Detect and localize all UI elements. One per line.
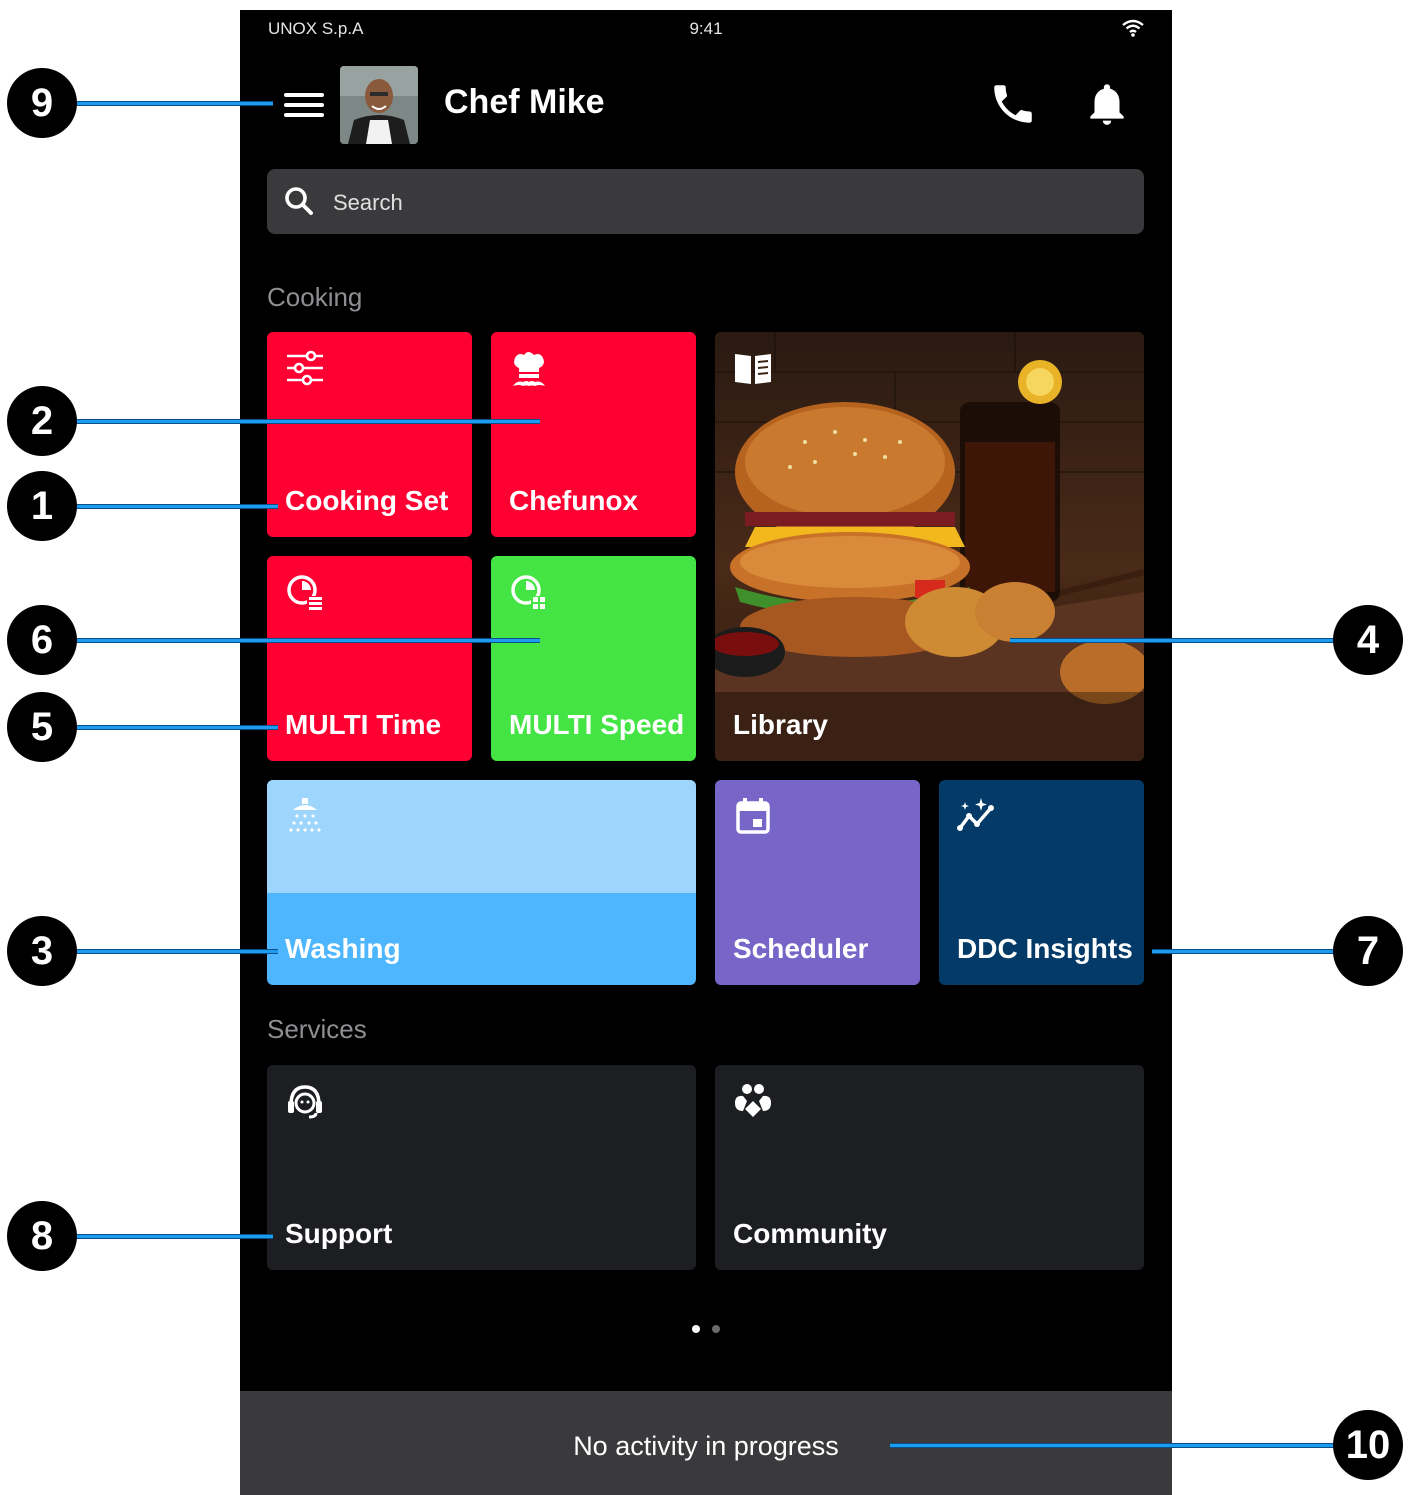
avatar[interactable] [340,66,418,144]
callout-line [75,419,540,424]
callout-marker: 8 [7,1201,77,1271]
callout-line [75,949,278,954]
phone-icon[interactable] [988,79,1038,129]
callout-line [75,101,273,106]
search-input[interactable] [331,169,1115,236]
callout-line [75,638,540,643]
status-bar: UNOX S.p.A 9:41 [240,10,1172,48]
search-bar[interactable] [267,169,1144,236]
callout-marker: 1 [7,471,77,541]
tile-label: Cooking Set [285,485,449,516]
tile-label: MULTI Speed [509,709,685,740]
burger-photo-image [715,332,1144,761]
book-icon [735,354,771,384]
user-name: Chef Mike [444,83,605,121]
community-icon [735,1084,771,1117]
section-title-services: Services [267,1014,367,1044]
callout-marker: 7 [1333,916,1403,986]
wifi-icon [1122,19,1144,37]
callout-marker: 9 [7,68,77,138]
callout-line [1010,638,1335,643]
section-title-cooking: Cooking [267,282,363,312]
tile-label: MULTI Time [285,709,442,740]
chef-hat-icon [513,352,545,386]
callout-marker: 3 [7,916,77,986]
callout-line [75,504,278,509]
activity-status-text: No activity in progress [573,1431,839,1461]
sliders-icon [287,350,323,386]
washing-progress-fill [267,780,696,893]
tile-library[interactable]: Library [715,332,1144,761]
callout-marker: 2 [7,386,77,456]
tile-chefunox[interactable]: Chefunox [491,332,696,537]
search-icon [285,187,313,215]
tile-label: Community [733,1218,887,1249]
tile-multi-time[interactable]: MULTI Time [267,556,472,761]
bell-icon[interactable] [1082,77,1132,131]
tile-label: Scheduler [733,933,869,964]
tile-support[interactable]: Support [267,1065,696,1270]
tablet-screen: UNOX S.p.A 9:41 Chef Mike Search Cooking… [240,10,1172,1495]
multi-speed-icon [511,575,547,610]
callout-marker: 6 [7,605,77,675]
callout-line [890,1443,1335,1448]
chef-portrait-icon [340,66,418,144]
page-indicator [240,1320,1172,1338]
tile-label: Chefunox [509,485,639,516]
hamburger-menu-button[interactable] [280,85,328,125]
callout-marker: 10 [1333,1410,1403,1480]
tile-label: Support [285,1218,393,1249]
callout-line [1152,949,1335,954]
tile-label: Washing [285,933,401,964]
shower-icon [289,798,321,832]
tile-washing[interactable]: Washing [267,780,696,985]
callout-marker: 4 [1333,605,1403,675]
callout-line [75,725,278,730]
tile-label: DDC Insights [957,933,1133,964]
tile-label: Library [733,709,828,740]
support-agent-icon [288,1085,322,1119]
status-time: 9:41 [689,19,723,38]
tile-community[interactable]: Community [715,1065,1144,1270]
tile-multi-speed[interactable]: MULTI Speed [491,556,696,761]
tile-scheduler[interactable]: Scheduler [715,780,920,985]
tile-cooking-set[interactable]: Cooking Set [267,332,472,537]
page-dot[interactable] [712,1325,720,1333]
multi-time-icon [287,575,323,610]
tile-ddc-insights[interactable]: DDC Insights [939,780,1144,985]
insights-icon [957,798,994,831]
page-dot-active[interactable] [692,1325,700,1333]
callout-line [75,1234,273,1239]
callout-marker: 5 [7,692,77,762]
calendar-icon [736,798,770,834]
app-header: Chef Mike [240,65,1172,145]
